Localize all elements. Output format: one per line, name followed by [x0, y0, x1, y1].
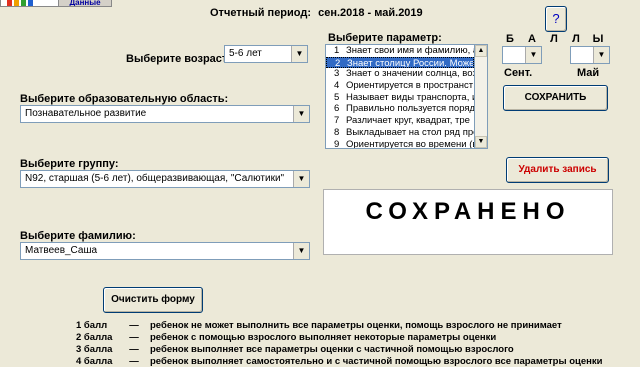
parameter-list[interactable]: 1 Знает свои имя и фамилию, ад 2 Знает стол…: [325, 44, 475, 149]
list-item[interactable]: 2 Знает столицу России. Может: [326, 56, 474, 69]
list-item-number: 1: [334, 45, 340, 56]
period-label: Отчетный период:: [210, 7, 312, 19]
legend-score: 3 балла: [76, 344, 113, 355]
surname-select[interactable]: Матвеев_Саша ▼: [20, 242, 310, 260]
list-item-text: Знает столицу России. Может: [347, 57, 474, 69]
legend-score: 4 балла: [76, 356, 113, 367]
list-item-text: Ориентируется во времени (в: [346, 138, 474, 149]
list-item[interactable]: 6 Правильно пользуется поряд: [326, 103, 474, 115]
list-item-number: 9: [334, 138, 340, 149]
legend-row: 2 балла — ребенок с помощью взрослого выпо…: [76, 332, 636, 343]
list-item-text: Знает свои имя и фамилию, ад: [346, 45, 474, 56]
legend-row: 1 балл — ребенок не может выполнить все па…: [76, 320, 636, 331]
area-select[interactable]: Познавательное развитие ▼: [20, 105, 310, 123]
list-item-number: 8: [334, 126, 340, 138]
legend-row: 4 балла — ребенок выполняет самостоятельно…: [76, 356, 636, 367]
legend-score: 2 балла: [76, 332, 113, 343]
score-letter: Ы: [592, 33, 604, 45]
legend-text: ребенок не может выполнить все параметры…: [150, 320, 562, 331]
app-logo: [0, 0, 60, 7]
list-item[interactable]: 3 Знает о значении солнца, воз,: [326, 68, 474, 80]
area-value: Познавательное развитие: [25, 108, 147, 119]
parameter-list-scrollbar[interactable]: ▲ ▼: [475, 44, 488, 149]
status-text: СОХРАНЕНО: [365, 198, 571, 225]
chevron-down-icon[interactable]: ▼: [293, 171, 309, 187]
list-item[interactable]: 7 Различает круг, квадрат, тре: [326, 115, 474, 127]
list-item-text: Выкладывает на стол ряд пре: [346, 126, 474, 138]
chevron-down-icon[interactable]: ▼: [593, 47, 609, 63]
list-item-text: Правильно пользуется поряд: [346, 103, 474, 115]
group-label: Выберите группу:: [20, 158, 119, 170]
score-letter: Л: [572, 33, 580, 45]
legend-score: 1 балл: [76, 320, 108, 331]
clear-form-button[interactable]: Очистить форму: [103, 287, 203, 313]
legend-dash: —: [129, 344, 139, 355]
legend-dash: —: [129, 356, 139, 367]
score-letter: Л: [550, 33, 558, 45]
arrow-up-icon[interactable]: ▲: [475, 45, 487, 57]
age-label: Выберите возраст:: [126, 53, 231, 65]
list-item[interactable]: 5 Называет виды транспорта, и: [326, 92, 474, 104]
list-item-number: 7: [334, 115, 340, 127]
surname-label: Выберите фамилию:: [20, 230, 136, 242]
status-panel: СОХРАНЕНО: [323, 189, 613, 255]
list-item-text: Различает круг, квадрат, тре: [346, 115, 470, 127]
age-value: 5-6 лет: [229, 48, 262, 59]
period-value: сен.2018 - май.2019: [318, 7, 423, 19]
legend-text: ребенок с помощью взрослого выполняет не…: [150, 332, 497, 343]
chevron-down-icon[interactable]: ▼: [525, 47, 541, 63]
list-item[interactable]: 1 Знает свои имя и фамилию, ад: [326, 45, 474, 57]
data-button[interactable]: Данные: [58, 0, 112, 7]
save-button[interactable]: СОХРАНИТЬ: [503, 85, 608, 111]
group-value: N92, старшая (5-6 лет), общеразвивающая,…: [25, 173, 285, 184]
age-select[interactable]: 5-6 лет ▼: [224, 45, 308, 63]
legend-text: ребенок выполняет все параметры оценки с…: [150, 344, 514, 355]
list-item-number: 2: [335, 57, 341, 69]
help-button[interactable]: ?: [545, 6, 567, 32]
list-item[interactable]: 4 Ориентируется в пространст: [326, 80, 474, 92]
list-item-text: Называет виды транспорта, и: [346, 91, 474, 103]
list-item-number: 5: [334, 91, 340, 103]
list-item-number: 6: [334, 103, 340, 115]
legend-text: ребенок выполняет самостоятельно и с час…: [150, 356, 603, 367]
report-period: Отчетный период: сен.2018 - май.2019: [210, 7, 440, 19]
legend-dash: —: [129, 332, 139, 343]
arrow-down-icon[interactable]: ▼: [475, 136, 487, 148]
list-item-text: Ориентируется в пространст: [346, 80, 474, 92]
group-select[interactable]: N92, старшая (5-6 лет), общеразвивающая,…: [20, 170, 310, 188]
september-score-select[interactable]: ▼: [502, 46, 542, 64]
score-letter: А: [528, 33, 536, 45]
list-item[interactable]: 9 Ориентируется во времени (в: [326, 138, 474, 149]
list-item-text: Знает о значении солнца, воз,: [346, 68, 474, 80]
september-label: Сент.: [504, 67, 533, 79]
list-item-number: 3: [334, 68, 340, 80]
may-score-select[interactable]: ▼: [570, 46, 610, 64]
chevron-down-icon[interactable]: ▼: [293, 106, 309, 122]
legend-dash: —: [129, 320, 139, 331]
may-label: Май: [577, 67, 600, 79]
list-item[interactable]: 8 Выкладывает на стол ряд пре: [326, 127, 474, 139]
parameter-label: Выберите параметр:: [328, 32, 442, 44]
legend-row: 3 балла — ребенок выполняет все параметры …: [76, 344, 636, 355]
chevron-down-icon[interactable]: ▼: [291, 46, 307, 62]
list-item-number: 4: [334, 80, 340, 92]
surname-value: Матвеев_Саша: [25, 245, 98, 256]
delete-record-button[interactable]: Удалить запись: [506, 157, 609, 183]
chevron-down-icon[interactable]: ▼: [293, 243, 309, 259]
score-letter: Б: [506, 33, 514, 45]
area-label: Выберите образовательную область:: [20, 93, 229, 105]
